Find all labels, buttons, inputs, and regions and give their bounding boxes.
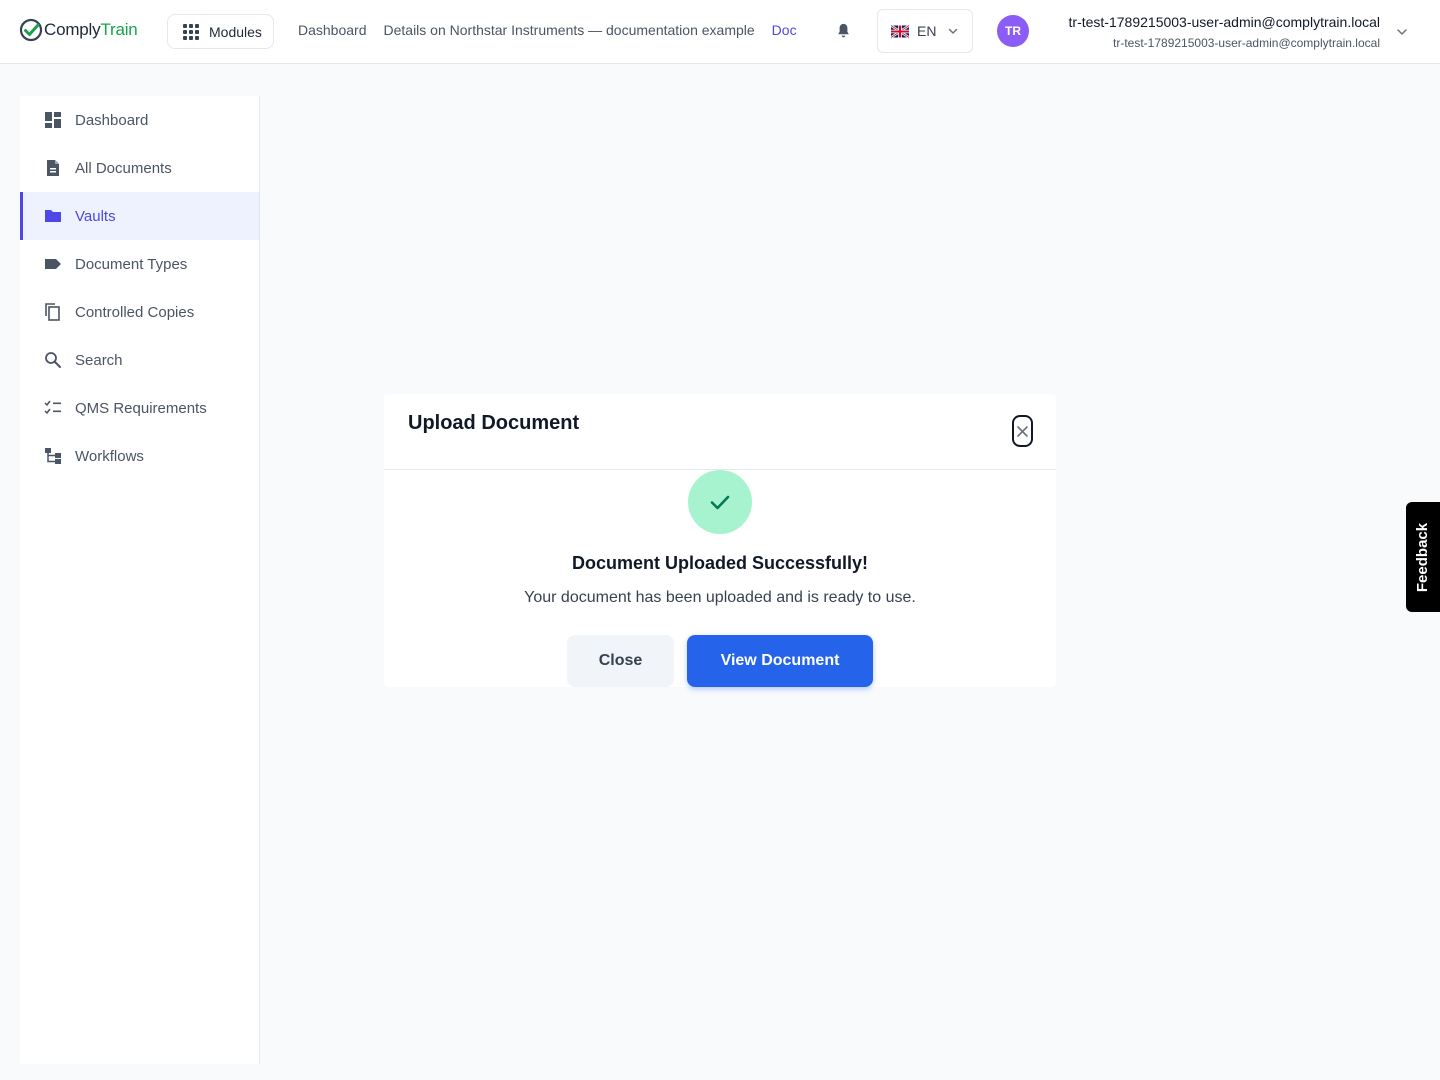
sidebar: Dashboard All Documents Vaults Document … — [20, 96, 260, 1064]
modal-close-button[interactable] — [1012, 415, 1033, 447]
success-message: Your document has been uploaded and is r… — [524, 589, 916, 606]
modules-label: Modules — [209, 23, 262, 40]
sidebar-item-label: Document Types — [75, 255, 188, 273]
uk-flag-icon — [891, 24, 909, 38]
sidebar-item-label: Search — [75, 351, 123, 369]
sidebar-item-controlled-copies[interactable]: Controlled Copies — [20, 288, 259, 336]
sidebar-item-dashboard[interactable]: Dashboard — [20, 96, 259, 144]
breadcrumb-dashboard[interactable]: Dashboard — [298, 22, 367, 38]
sidebar-item-label: Workflows — [75, 447, 144, 465]
user-menu-chevron-icon[interactable] — [1396, 26, 1408, 38]
sidebar-item-label: Dashboard — [75, 111, 149, 129]
checkmark-icon — [710, 495, 730, 510]
view-document-button[interactable]: View Document — [687, 635, 873, 687]
language-selector[interactable]: EN — [877, 9, 973, 53]
user-name[interactable]: tr-test-1789215003-user-admin@complytrai… — [1069, 14, 1380, 30]
feedback-label: Feedback — [1414, 522, 1432, 592]
feedback-tab[interactable]: Feedback — [1406, 502, 1440, 612]
app-logo[interactable]: ComplyTrain — [19, 17, 138, 43]
workflow-icon — [44, 447, 62, 465]
modal-title: Upload Document — [408, 412, 580, 434]
sidebar-item-workflows[interactable]: Workflows — [20, 432, 259, 480]
close-icon — [1017, 425, 1028, 437]
breadcrumb: Dashboard Details on Northstar Instrument… — [298, 22, 826, 40]
success-title: Document Uploaded Successfully! — [571, 553, 869, 573]
sidebar-item-label: Controlled Copies — [75, 303, 195, 321]
logo-check-icon — [19, 18, 43, 42]
top-bar: ComplyTrain Modules Dashboard Details on … — [0, 0, 1440, 64]
checklist-icon — [44, 399, 62, 417]
sidebar-item-document-types[interactable]: Document Types — [20, 240, 259, 288]
avatar[interactable]: TR — [997, 15, 1029, 47]
modal-header: Upload Document — [384, 394, 1056, 470]
search-icon — [44, 351, 62, 369]
copy-icon — [44, 303, 62, 321]
sidebar-item-vaults[interactable]: Vaults — [20, 192, 259, 240]
upload-document-modal: Upload Document Document Uploaded Succes… — [384, 394, 1056, 687]
sidebar-item-all-documents[interactable]: All Documents — [20, 144, 259, 192]
language-label: EN — [917, 23, 937, 39]
grid-icon — [183, 23, 199, 40]
document-icon — [44, 159, 62, 177]
bell-icon[interactable] — [835, 22, 852, 40]
chevron-down-icon — [949, 28, 958, 34]
dashboard-icon — [44, 111, 62, 129]
breadcrumb-details[interactable]: Details on Northstar Instruments — docum… — [384, 22, 755, 38]
sidebar-item-search[interactable]: Search — [20, 336, 259, 384]
success-badge — [688, 470, 752, 534]
breadcrumb-current[interactable]: Doc — [772, 22, 797, 38]
sidebar-item-label: Vaults — [75, 207, 116, 225]
sidebar-item-label: All Documents — [75, 159, 172, 177]
folder-icon — [44, 207, 62, 225]
sidebar-item-label: QMS Requirements — [75, 399, 207, 417]
sidebar-item-qms-requirements[interactable]: QMS Requirements — [20, 384, 259, 432]
user-email: tr-test-1789215003-user-admin@complytrai… — [1113, 36, 1380, 50]
logo-text: ComplyTrain — [44, 20, 138, 39]
tag-icon — [44, 255, 62, 273]
modules-button[interactable]: Modules — [167, 14, 274, 49]
close-button[interactable]: Close — [567, 635, 674, 687]
